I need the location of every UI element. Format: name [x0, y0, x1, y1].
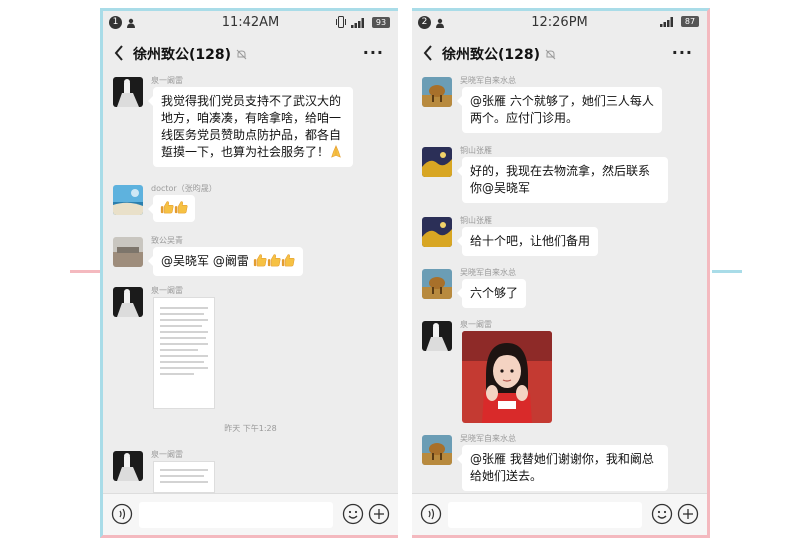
message-text: 给十个吧，让他们备用 [470, 234, 591, 248]
signal-icon [351, 17, 364, 28]
message-bubble[interactable]: 我觉得我们党员支持不了武汉大的地方，咱凑凑，有啥拿啥，给咱一线医务党员赞助点防护… [148, 87, 353, 167]
message-text: 六个够了 [470, 286, 519, 300]
mute-bell-icon [545, 49, 556, 60]
photo-message[interactable] [462, 331, 552, 423]
thumbs-up-icon [160, 200, 174, 214]
sender-name: 铜山张雁 [460, 216, 492, 225]
document-image-message[interactable] [153, 297, 215, 409]
chat-screen-right: 2 12:26PM 87 徐州致公(128) ··· 吴晓军自来水总 @张雁 六… [412, 8, 710, 538]
message-text: @张雁 六个就够了，她们三人每人两个。应付门诊用。 [470, 94, 654, 125]
sender-name: 吴晓军自来水总 [460, 268, 516, 277]
sender-name: 致公吴青 [151, 236, 183, 245]
voice-icon[interactable] [111, 503, 133, 525]
chat-title: 徐州致公(128) [442, 47, 541, 63]
thumbs-up-icon [174, 200, 188, 214]
chat-header: 徐州致公(128) ··· [103, 37, 398, 69]
avatar[interactable] [422, 435, 452, 465]
message-bubble[interactable]: 六个够了 [456, 279, 527, 308]
sender-name: 泉一阚雷 [151, 286, 183, 295]
chat-screen-left: 1 11:42AM 93 徐州致公(128) ··· 泉一阚雷 我觉得我们党员支… [100, 8, 398, 538]
input-bar [412, 493, 707, 535]
plus-icon[interactable] [368, 503, 390, 525]
avatar[interactable] [422, 269, 452, 299]
message-bubble[interactable]: @张雁 六个就够了，她们三人每人两个。应付门诊用。 [457, 87, 662, 133]
decorative-blue-line [712, 270, 742, 273]
sender-name: 泉一阚雷 [460, 320, 492, 329]
input-bar [103, 493, 398, 535]
thumbs-up-icon [281, 253, 295, 267]
avatar[interactable] [422, 77, 452, 107]
avatar[interactable] [113, 185, 143, 215]
message-text: @吴晓军 @阚雷 [161, 254, 249, 268]
document-image-message[interactable] [153, 461, 215, 493]
message-bubble[interactable]: 好的，我现在去物流拿，然后联系你@吴晓军 [457, 157, 668, 203]
message-bubble[interactable] [148, 195, 195, 222]
sender-name: 泉一阚雷 [151, 76, 183, 85]
mute-bell-icon [236, 49, 247, 60]
avatar[interactable] [422, 147, 452, 177]
avatar[interactable] [113, 287, 143, 317]
thumbs-up-icon [253, 253, 267, 267]
status-bar: 2 12:26PM 87 [412, 11, 707, 35]
battery-level: 93 [372, 16, 390, 28]
message-timestamp: 昨天 下午1:28 [224, 424, 277, 433]
message-bubble[interactable]: 给十个吧，让他们备用 [456, 227, 599, 256]
message-text: 好的，我现在去物流拿，然后联系你@吴晓军 [470, 164, 651, 195]
thumbs-up-icon [267, 253, 281, 267]
sender-name: 吴晓军自来水总 [460, 76, 516, 85]
more-options-button[interactable]: ··· [672, 43, 693, 62]
vibrate-icon [336, 16, 346, 28]
chat-title: 徐州致公(128) [133, 47, 232, 63]
screenshot-collage: 1 11:42AM 93 徐州致公(128) ··· 泉一阚雷 我觉得我们党员支… [0, 0, 800, 558]
sender-name: doctor（张昀晟） [151, 184, 217, 193]
chat-header: 徐州致公(128) ··· [412, 37, 707, 69]
message-input[interactable] [139, 502, 333, 528]
avatar[interactable] [113, 451, 143, 481]
back-arrow-icon[interactable] [422, 44, 434, 62]
voice-icon[interactable] [420, 503, 442, 525]
battery-level: 87 [681, 16, 699, 27]
avatar[interactable] [422, 217, 452, 247]
back-arrow-icon[interactable] [113, 44, 125, 62]
more-options-button[interactable]: ··· [363, 43, 384, 62]
plus-icon[interactable] [677, 503, 699, 525]
folded-hands-icon [331, 145, 341, 158]
message-bubble[interactable]: @吴晓军 @阚雷 [148, 247, 303, 276]
emoji-icon[interactable] [342, 503, 364, 525]
message-input[interactable] [448, 502, 642, 528]
status-bar: 1 11:42AM 93 [103, 11, 398, 35]
message-text: @张雁 我替她们谢谢你，我和阚总给她们送去。 [470, 452, 654, 483]
avatar[interactable] [113, 77, 143, 107]
sender-name: 吴晓军自来水总 [460, 434, 516, 443]
decorative-pink-line [70, 270, 102, 273]
avatar[interactable] [422, 321, 452, 351]
avatar[interactable] [113, 237, 143, 267]
message-text: 我觉得我们党员支持不了武汉大的地方，咱凑凑，有啥拿啥，给咱一线医务党员赞助点防护… [161, 94, 342, 159]
signal-icon [660, 17, 673, 27]
sender-name: 泉一阚雷 [151, 450, 183, 459]
message-bubble[interactable]: @张雁 我替她们谢谢你，我和阚总给她们送去。 [457, 445, 668, 491]
sender-name: 铜山张雁 [460, 146, 492, 155]
emoji-icon[interactable] [651, 503, 673, 525]
